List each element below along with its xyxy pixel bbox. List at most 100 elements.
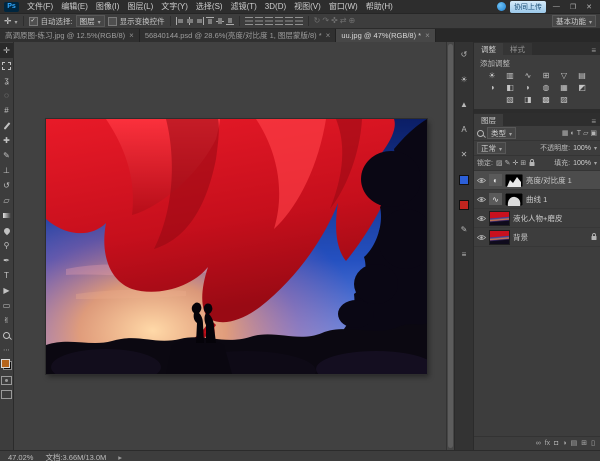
distribute-vertical-centers-icon[interactable]: [255, 17, 263, 25]
screen-mode-button[interactable]: [1, 390, 12, 399]
menu-type[interactable]: 文字(Y): [157, 1, 192, 12]
align-vertical-centers-icon[interactable]: [216, 17, 224, 25]
posterize-adjustment-icon[interactable]: ▧: [503, 95, 518, 105]
layer-visibility-eye-icon[interactable]: [477, 234, 486, 241]
layer-visibility-eye-icon[interactable]: [477, 196, 486, 203]
status-menu-arrow-icon[interactable]: ▸: [118, 453, 122, 461]
invert-adjustment-icon[interactable]: ◩: [575, 83, 590, 93]
libraries-panel-icon[interactable]: [458, 199, 470, 211]
tab-adjustments[interactable]: 调整: [474, 43, 503, 55]
3d-rotate-icon[interactable]: ↻: [314, 17, 321, 25]
eraser-tool[interactable]: ▱: [0, 193, 13, 208]
color-balance-adjustment-icon[interactable]: ◑: [485, 83, 500, 93]
lock-artboard-icon[interactable]: ⊞: [520, 160, 526, 167]
layer-mask-thumbnail[interactable]: [505, 174, 523, 187]
3d-pan-icon[interactable]: ✜: [331, 17, 338, 25]
curves-adjustment-icon[interactable]: ∿: [521, 71, 536, 81]
tab-styles[interactable]: 样式: [503, 43, 532, 55]
align-right-edges-icon[interactable]: [196, 17, 204, 25]
lock-transparent-pixels-icon[interactable]: ▨: [496, 160, 503, 167]
distribute-right-icon[interactable]: [295, 17, 303, 25]
new-adjustment-layer-icon[interactable]: ◑: [562, 440, 566, 447]
layer-mask-thumbnail[interactable]: [505, 193, 523, 206]
distribute-bottom-icon[interactable]: [265, 17, 273, 25]
align-horizontal-centers-icon[interactable]: [186, 17, 194, 25]
adjustment-layer-thumbnail[interactable]: ◐: [489, 174, 502, 186]
rectangular-marquee-tool[interactable]: [0, 58, 13, 73]
black-white-adjustment-icon[interactable]: ◧: [503, 83, 518, 93]
color-panel-icon[interactable]: [458, 174, 470, 186]
menu-file[interactable]: 文件(F): [23, 1, 57, 12]
adjustment-layer-thumbnail[interactable]: ∿: [489, 193, 502, 205]
layer-image-thumbnail[interactable]: [489, 230, 510, 245]
close-button[interactable]: ✕: [583, 3, 595, 11]
gradient-tool[interactable]: [0, 208, 13, 223]
layer-row-retouch[interactable]: 液化人物+磨皮: [474, 209, 600, 228]
rectangle-shape-tool[interactable]: ▭: [0, 298, 13, 313]
filter-pixel-layers-icon[interactable]: ▦: [562, 130, 569, 137]
zoom-tool[interactable]: [0, 328, 13, 343]
spot-healing-brush-tool[interactable]: ✚: [0, 133, 13, 148]
path-selection-tool[interactable]: ▶: [0, 283, 13, 298]
new-layer-icon[interactable]: ⊞: [581, 440, 587, 447]
lock-all-icon[interactable]: [529, 159, 535, 167]
opacity-value[interactable]: 100%: [573, 145, 591, 152]
quick-mask-mode-button[interactable]: [1, 376, 12, 385]
styles-panel-icon[interactable]: ✕: [458, 149, 470, 161]
dodge-tool[interactable]: ⚲: [0, 238, 13, 253]
align-bottom-edges-icon[interactable]: [226, 17, 234, 25]
menu-layer[interactable]: 图层(L): [123, 1, 157, 12]
tab-close-icon[interactable]: ×: [425, 32, 430, 40]
3d-slide-icon[interactable]: ⇄: [340, 17, 347, 25]
blend-mode-dropdown[interactable]: 正常: [477, 142, 506, 154]
layer-style-icon[interactable]: fx: [545, 440, 550, 447]
zoom-level-field[interactable]: 47.02%: [8, 453, 33, 461]
menu-select[interactable]: 选择(S): [192, 1, 227, 12]
blur-tool[interactable]: [0, 223, 13, 238]
link-layers-icon[interactable]: ∞: [536, 440, 541, 447]
workspace-switcher-dropdown[interactable]: 基本功能: [552, 15, 596, 27]
3d-roll-icon[interactable]: ↷: [322, 17, 329, 25]
restore-button[interactable]: ❐: [567, 3, 579, 11]
layer-visibility-eye-icon[interactable]: [477, 177, 486, 184]
photo-filter-adjustment-icon[interactable]: ◗: [521, 83, 536, 93]
layer-row-brightness-contrast[interactable]: ◐ 亮度/对比度 1: [474, 171, 600, 190]
tab-document-2[interactable]: 56840144.psd @ 28.6%(亮度/对比度 1, 图层蒙版/8) *…: [140, 29, 337, 42]
filter-shape-layers-icon[interactable]: ▱: [583, 130, 588, 137]
delete-layer-icon[interactable]: ▯: [591, 440, 595, 447]
type-tool[interactable]: T: [0, 268, 13, 283]
gradient-map-adjustment-icon[interactable]: ▩: [539, 95, 554, 105]
filter-smart-objects-icon[interactable]: ▣: [590, 130, 597, 137]
layer-visibility-eye-icon[interactable]: [477, 215, 486, 222]
distribute-top-icon[interactable]: [245, 17, 253, 25]
show-transform-checkbox[interactable]: [108, 17, 117, 26]
foreground-color-swatch[interactable]: [1, 359, 10, 368]
align-top-edges-icon[interactable]: [206, 17, 214, 25]
menu-3d[interactable]: 3D(D): [261, 2, 290, 11]
properties-panel-icon[interactable]: ☀: [458, 74, 470, 86]
menu-image[interactable]: 图像(I): [92, 1, 124, 12]
vibrance-adjustment-icon[interactable]: ▽: [557, 71, 572, 81]
panel-menu-icon[interactable]: [587, 46, 600, 55]
history-brush-tool[interactable]: ↺: [0, 178, 13, 193]
selective-color-adjustment-icon[interactable]: ▨: [557, 95, 572, 105]
menu-window[interactable]: 窗口(W): [325, 1, 362, 12]
threshold-adjustment-icon[interactable]: ◨: [521, 95, 536, 105]
brightness-contrast-adjustment-icon[interactable]: ☀: [485, 71, 500, 81]
menu-filter[interactable]: 滤镜(T): [227, 1, 261, 12]
hand-tool[interactable]: ✌: [0, 313, 13, 328]
filter-type-layers-icon[interactable]: T: [577, 130, 581, 137]
align-left-edges-icon[interactable]: [176, 17, 184, 25]
exposure-adjustment-icon[interactable]: ⊞: [539, 71, 554, 81]
brush-tool[interactable]: ✎: [0, 148, 13, 163]
history-panel-icon[interactable]: ↺: [458, 49, 470, 61]
tool-preset-caret-icon[interactable]: [15, 17, 18, 26]
auto-select-checkbox[interactable]: [29, 17, 38, 26]
swatches-panel-icon[interactable]: ▲: [458, 99, 470, 111]
quick-selection-tool[interactable]: ◌: [0, 88, 13, 103]
new-group-icon[interactable]: ▤: [571, 440, 578, 447]
canvas[interactable]: [14, 42, 454, 450]
filter-adjustment-layers-icon[interactable]: ◐: [570, 130, 574, 137]
add-layer-mask-icon[interactable]: ◘: [554, 440, 558, 447]
minimize-button[interactable]: —: [550, 3, 563, 10]
